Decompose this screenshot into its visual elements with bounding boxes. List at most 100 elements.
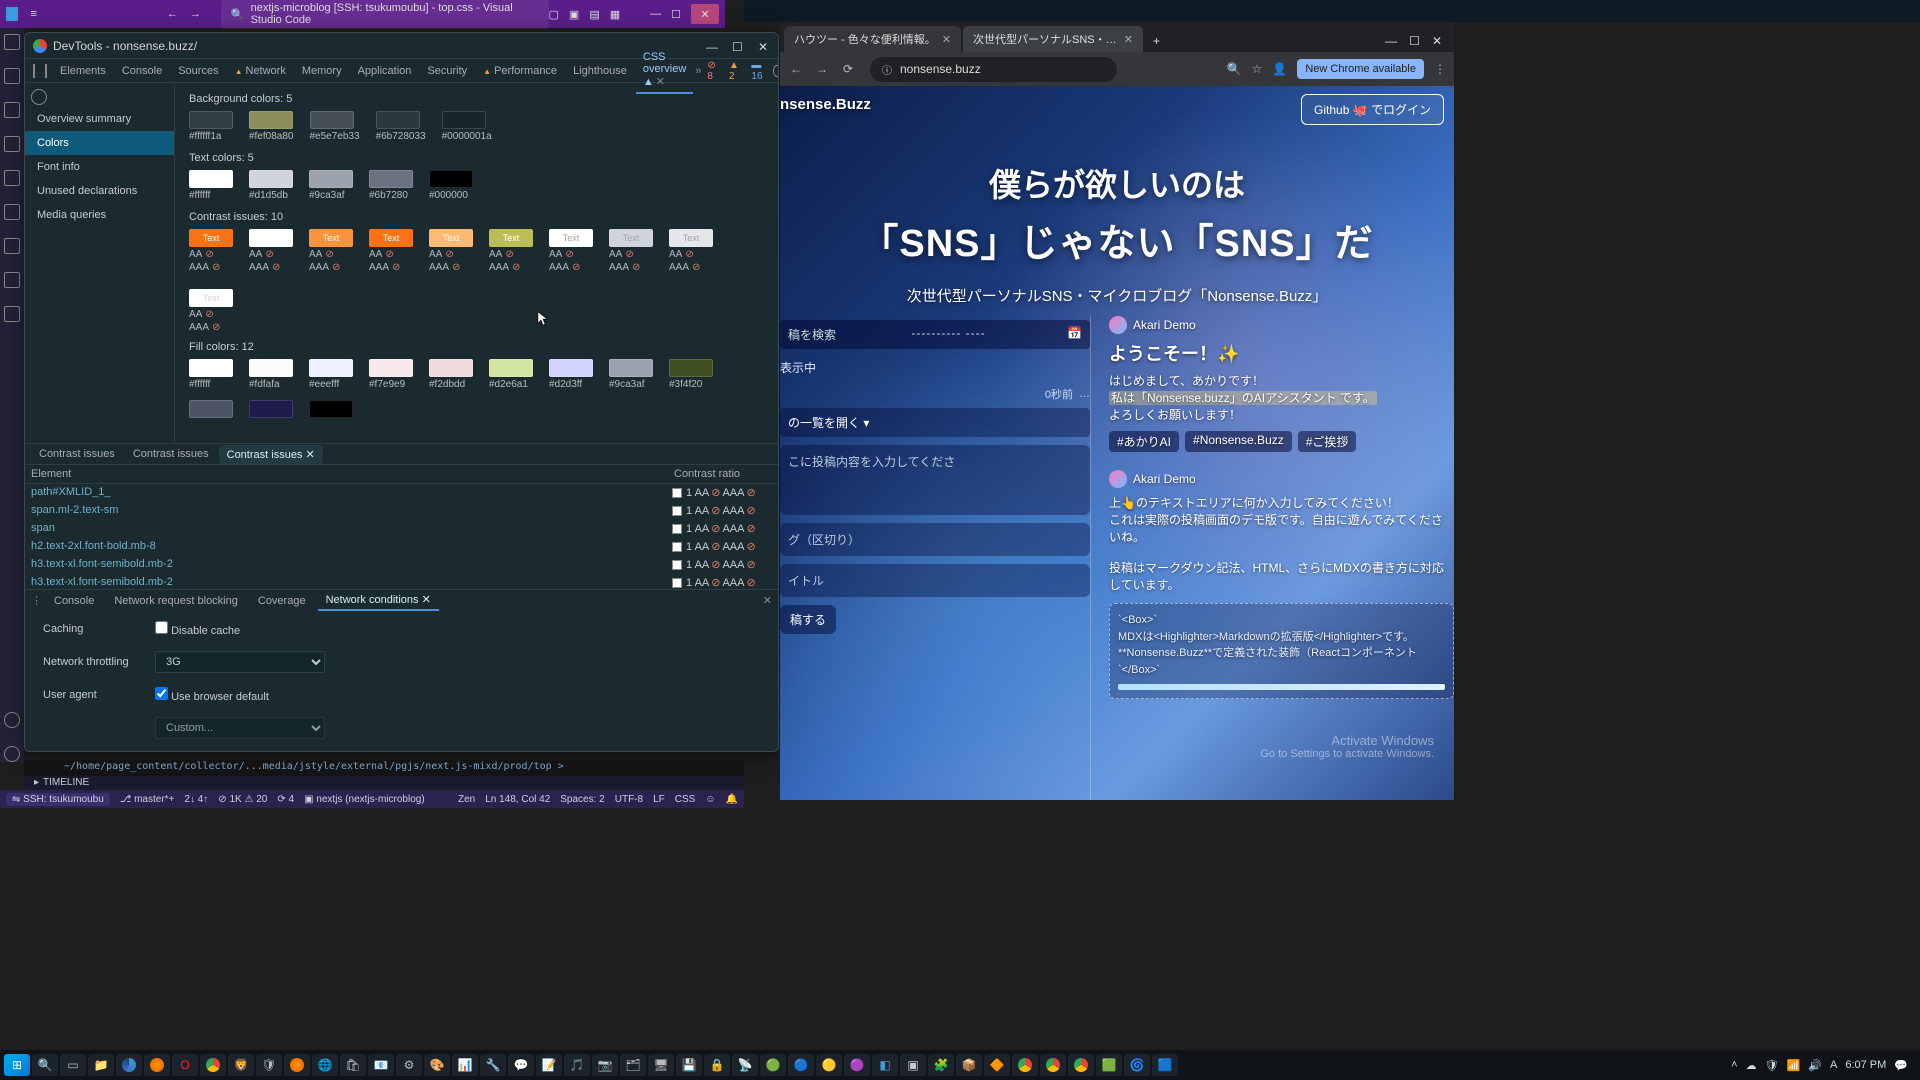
close-icon[interactable]: ✕: [1124, 33, 1133, 46]
layout-icon[interactable]: ▦: [610, 8, 620, 21]
compose-textarea[interactable]: こに投稿内容を入力してくださ: [780, 445, 1090, 515]
color-swatch[interactable]: #0000001a: [442, 111, 492, 142]
spaces[interactable]: Spaces: 2: [560, 794, 604, 805]
app-icon[interactable]: 🖥: [648, 1054, 674, 1076]
system-tray[interactable]: ˄ ☁ 🛡 📶 🔊 A 6:07 PM 💬: [1731, 1059, 1916, 1072]
maximize-icon[interactable]: ☐: [671, 8, 681, 21]
tab-network[interactable]: Network: [228, 61, 293, 81]
forward-icon[interactable]: →: [814, 62, 830, 76]
extensions-icon[interactable]: [4, 170, 20, 186]
encoding[interactable]: UTF-8: [615, 794, 643, 805]
app-icon[interactable]: 🎨: [424, 1054, 450, 1076]
issues-tab[interactable]: Contrast issues: [31, 445, 123, 463]
throttle-select[interactable]: 3G: [155, 651, 325, 673]
disable-cache-checkbox[interactable]: Disable cache: [155, 621, 240, 637]
tab-lighthouse[interactable]: Lighthouse: [566, 61, 634, 81]
color-swatch[interactable]: #6b728033: [376, 111, 426, 142]
contrast-swatch[interactable]: TextAA⊘AAA⊘: [189, 289, 233, 333]
avatar[interactable]: [1109, 316, 1127, 334]
app-icon[interactable]: 🟩: [1096, 1054, 1122, 1076]
github-login-button[interactable]: Github 🐙 でログイン: [1301, 94, 1444, 125]
app-icon[interactable]: 🎵: [564, 1054, 590, 1076]
firefox-icon[interactable]: [144, 1054, 170, 1076]
close-icon[interactable]: ✕: [758, 40, 770, 52]
opera-icon[interactable]: O: [172, 1054, 198, 1076]
scm-icon[interactable]: [4, 102, 20, 118]
avatar[interactable]: [1109, 470, 1127, 488]
drawer-netcond[interactable]: Network conditions ✕: [318, 590, 439, 611]
contrast-swatch[interactable]: TextAA⊘AAA⊘: [309, 229, 353, 273]
command-center[interactable]: 🔍 nextjs-microblog [SSH: tsukumoubu] - t…: [221, 0, 549, 29]
color-swatch[interactable]: #f2dbdd: [429, 359, 473, 390]
app-icon[interactable]: 📷: [592, 1054, 618, 1076]
kebab-icon[interactable]: ⋮: [1434, 62, 1446, 76]
explorer-icon[interactable]: 📁: [88, 1054, 114, 1076]
color-swatch[interactable]: #d1d5db: [249, 170, 293, 201]
cursor-pos[interactable]: Ln 148, Col 42: [485, 794, 550, 805]
app-icon[interactable]: 📧: [368, 1054, 394, 1076]
app-icon[interactable]: 📝: [536, 1054, 562, 1076]
back-icon[interactable]: ←: [167, 8, 178, 20]
tray-volume-icon[interactable]: 🔊: [1808, 1059, 1822, 1072]
info-badge[interactable]: ▬ 16: [747, 59, 769, 83]
tag[interactable]: #Nonsense.Buzz: [1185, 431, 1292, 452]
search-icon[interactable]: [4, 68, 20, 84]
color-swatch[interactable]: #6b7280: [369, 170, 413, 201]
tag[interactable]: #ご挨拶: [1298, 431, 1357, 452]
close-icon[interactable]: ✕: [942, 33, 951, 46]
sidebar-unused[interactable]: Unused declarations: [25, 179, 174, 203]
close-icon[interactable]: ✕: [306, 449, 315, 461]
tray-ime-icon[interactable]: A: [1830, 1059, 1837, 1071]
issues-tab[interactable]: Contrast issues: [125, 445, 217, 463]
lang[interactable]: CSS: [675, 794, 696, 805]
tray-chevron-icon[interactable]: ˄: [1731, 1059, 1737, 1071]
app-icon[interactable]: 📦: [956, 1054, 982, 1076]
profile-icon[interactable]: 👤: [1272, 62, 1287, 76]
device-toggle-icon[interactable]: [45, 64, 47, 78]
firefox-dev-icon[interactable]: [284, 1054, 310, 1076]
app-icon[interactable]: 🔵: [788, 1054, 814, 1076]
ports[interactable]: ⟳ 4: [277, 794, 294, 805]
remote-indicator[interactable]: ⇋ SSH: tsukumoubu: [6, 793, 110, 806]
tray-clock[interactable]: 6:07 PM: [1845, 1059, 1886, 1071]
search-icon[interactable]: 🔍: [1227, 62, 1242, 76]
menu-icon[interactable]: ≡: [30, 8, 36, 20]
close-drawer-icon[interactable]: ✕: [763, 594, 772, 607]
more-tabs-icon[interactable]: »: [695, 65, 701, 77]
contrast-swatch[interactable]: TextAA⊘AAA⊘: [189, 229, 233, 273]
chrome-icon[interactable]: [1012, 1054, 1038, 1076]
tag-input[interactable]: グ（区切り）: [780, 523, 1090, 556]
docker-icon[interactable]: [4, 272, 20, 288]
element-picker-icon[interactable]: [33, 64, 35, 78]
contrast-swatch[interactable]: TextAA⊘AAA⊘: [249, 229, 293, 273]
remote-icon[interactable]: [4, 204, 20, 220]
minimize-icon[interactable]: —: [1385, 34, 1397, 48]
app-icon[interactable]: 🌀: [1124, 1054, 1150, 1076]
open-list-button[interactable]: の一覧を開く: [780, 408, 1090, 437]
issue-row[interactable]: h2.text-2xl.font-bold.mb-81 AA ⊘ AAA ⊘: [25, 538, 778, 556]
maximize-icon[interactable]: ☐: [1409, 34, 1420, 48]
color-swatch[interactable]: #fdfafa: [249, 359, 293, 390]
app-icon[interactable]: 📡: [732, 1054, 758, 1076]
issue-row[interactable]: h3.text-xl.font-semibold.mb-21 AA ⊘ AAA …: [25, 556, 778, 574]
color-swatch[interactable]: #000000: [429, 170, 473, 201]
app-icon[interactable]: 🧩: [928, 1054, 954, 1076]
app-icon[interactable]: 💬: [508, 1054, 534, 1076]
minimize-icon[interactable]: —: [650, 8, 661, 20]
issue-row[interactable]: path#XMLID_1_1 AA ⊘ AAA ⊘: [25, 484, 778, 502]
tray-icon[interactable]: ☁: [1746, 1059, 1757, 1072]
contrast-swatch[interactable]: TextAA⊘AAA⊘: [429, 229, 473, 273]
tab-memory[interactable]: Memory: [295, 61, 349, 81]
tray-icon[interactable]: 🛡: [1765, 1059, 1779, 1072]
color-swatch[interactable]: #ffffff1a: [189, 111, 233, 142]
app-icon[interactable]: ⚙: [396, 1054, 422, 1076]
debug-icon[interactable]: [4, 136, 20, 152]
app-icon[interactable]: 🟣: [844, 1054, 870, 1076]
app-icon[interactable]: 🗂: [620, 1054, 646, 1076]
author[interactable]: Akari Demo: [1133, 318, 1196, 332]
tab-sources[interactable]: Sources: [171, 61, 225, 81]
test-icon[interactable]: [4, 238, 20, 254]
bookmark-icon[interactable]: ☆: [1252, 62, 1263, 76]
color-swatch[interactable]: #d2d3ff: [549, 359, 593, 390]
color-swatch[interactable]: #eeefff: [309, 359, 353, 390]
